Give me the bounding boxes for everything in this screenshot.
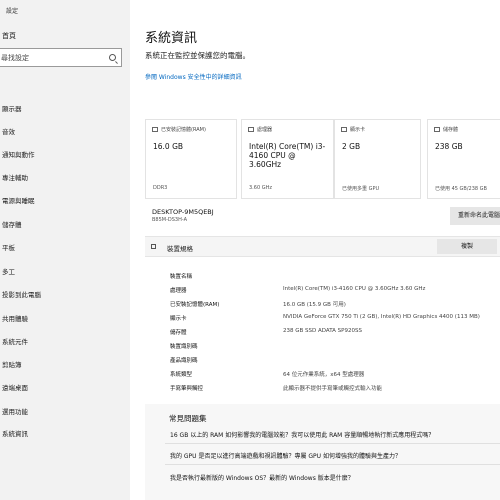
sidebar-item-components[interactable]: 系統元件 — [2, 336, 28, 346]
card-memory: 已安裝記憶體(RAM) 16.0 GB DDR3 — [145, 119, 237, 199]
spec-label: 處理器 — [170, 288, 187, 294]
faq-question[interactable]: 16 GB 以上的 RAM 如何影響我的電腦效能？我可以使用此 RAM 容量順暢… — [170, 430, 434, 439]
sidebar-item-projecting[interactable]: 投影到此電腦 — [2, 289, 41, 299]
sidebar-item-notifications[interactable]: 通知與動作 — [2, 149, 35, 159]
sidebar-item-tablet[interactable]: 平板 — [2, 242, 15, 252]
card-storage: 儲存體 238 GB 已使用 45 GB/238 GB — [427, 119, 500, 199]
device-name: DESKTOP-9M5QEBJ — [152, 208, 214, 216]
sidebar-item-sound[interactable]: 音效 — [2, 126, 15, 136]
spec-value: NVIDIA GeForce GTX 750 Ti (2 GB), Intel(… — [283, 314, 480, 320]
divider — [165, 443, 500, 444]
spec-label: 裝置名稱 — [170, 274, 193, 280]
card-display-value: 2 GB — [342, 142, 361, 151]
faq-title: 常見問題集 — [169, 414, 207, 423]
sidebar-item-remote-desktop[interactable]: 遠端桌面 — [2, 382, 28, 392]
card-display-foot: 已使用多重 GPU — [342, 186, 380, 192]
display-icon — [341, 127, 347, 132]
search-input[interactable]: 尋找設定 — [0, 48, 122, 67]
spec-label: 已安裝記憶體(RAM) — [170, 302, 220, 308]
sidebar-item-home[interactable]: 首頁 — [2, 31, 16, 41]
spec-label: 裝置識別碼 — [170, 344, 198, 350]
sidebar-item-multitasking[interactable]: 多工 — [2, 266, 15, 276]
sidebar-item-power[interactable]: 電源與睡眠 — [2, 195, 35, 205]
card-memory-value: 16.0 GB — [153, 142, 184, 151]
sidebar-item-about[interactable]: 系統資訊 — [2, 428, 28, 438]
main-content: 系統資訊 系統正在監控並保護您的電腦。 參閱 Windows 安全性中的詳細資訊… — [130, 0, 500, 500]
chevron-icon — [151, 244, 156, 249]
memory-icon — [152, 127, 158, 132]
faq-question[interactable]: 我是否執行最新版的 Windows OS？最新的 Windows 版本是什麼？ — [170, 473, 354, 482]
storage-icon — [434, 127, 440, 132]
spec-value: 64 位元作業系統，x64 型處理器 — [283, 372, 365, 378]
security-link[interactable]: 參閱 Windows 安全性中的詳細資訊 — [145, 72, 242, 81]
card-processor: 處理器 Intel(R) Core(TM) i3-4160 CPU @ 3.60… — [241, 119, 334, 199]
spec-label: 儲存體 — [170, 330, 187, 336]
card-processor-value: Intel(R) Core(TM) i3-4160 CPU @ 3.60GHz — [249, 142, 326, 169]
spec-value: 238 GB SSD ADATA SP920SS — [283, 328, 362, 334]
copy-button[interactable]: 複製 — [437, 239, 497, 254]
page-subtitle: 系統正在監控並保護您的電腦。 — [145, 51, 250, 60]
card-storage-foot: 已使用 45 GB/238 GB — [435, 186, 487, 192]
rename-pc-button[interactable]: 重新命名此電腦 — [450, 207, 500, 225]
page-title: 系統資訊 — [145, 31, 198, 46]
card-processor-head: 處理器 — [257, 127, 273, 133]
sidebar-item-clipboard[interactable]: 剪貼簿 — [2, 359, 22, 369]
card-memory-foot: DDR3 — [153, 185, 168, 191]
sidebar-item-display[interactable]: 顯示器 — [2, 103, 22, 113]
spec-value: Intel(R) Core(TM) i3-4160 CPU @ 3.60GHz … — [283, 286, 426, 292]
search-icon[interactable] — [109, 54, 116, 61]
card-memory-head: 已安裝記憶體(RAM) — [161, 127, 206, 133]
device-specs-title: 裝置規格 — [167, 245, 193, 253]
app-title: 設定 — [6, 8, 19, 15]
sidebar: 設定 首頁 尋找設定 顯示器 音效 通知與動作 專注輔助 電源與睡眠 儲存體 平… — [0, 0, 130, 500]
faq-question[interactable]: 我的 GPU 是否足以進行高端遊戲和視訊體驗？專屬 GPU 如何增強我的體驗與生… — [170, 451, 401, 460]
sidebar-item-focus[interactable]: 專注輔助 — [2, 172, 28, 182]
card-storage-value: 238 GB — [435, 142, 463, 151]
spec-label: 手寫筆與觸控 — [170, 386, 204, 392]
spec-value: 16.0 GB (15.9 GB 可用) — [283, 302, 346, 308]
card-display-head: 顯示卡 — [350, 127, 366, 133]
sidebar-item-shared[interactable]: 共用體驗 — [2, 313, 28, 323]
sidebar-item-storage[interactable]: 儲存體 — [2, 219, 22, 229]
divider — [165, 464, 500, 465]
device-model: B85M-DS3H-A — [152, 217, 187, 223]
spec-label: 產品識別碼 — [170, 358, 198, 364]
sidebar-item-optional-features[interactable]: 選用功能 — [2, 406, 28, 416]
card-processor-foot: 3.60 GHz — [249, 185, 272, 191]
card-display: 顯示卡 2 GB 已使用多重 GPU — [334, 119, 421, 199]
spec-label: 系統類型 — [170, 372, 193, 378]
processor-icon — [248, 127, 254, 132]
spec-value: 此顯示器不提供手寫筆或觸控式輸入功能 — [283, 386, 383, 392]
search-placeholder: 尋找設定 — [1, 54, 29, 62]
card-storage-head: 儲存體 — [443, 127, 459, 133]
spec-label: 顯示卡 — [170, 316, 187, 322]
